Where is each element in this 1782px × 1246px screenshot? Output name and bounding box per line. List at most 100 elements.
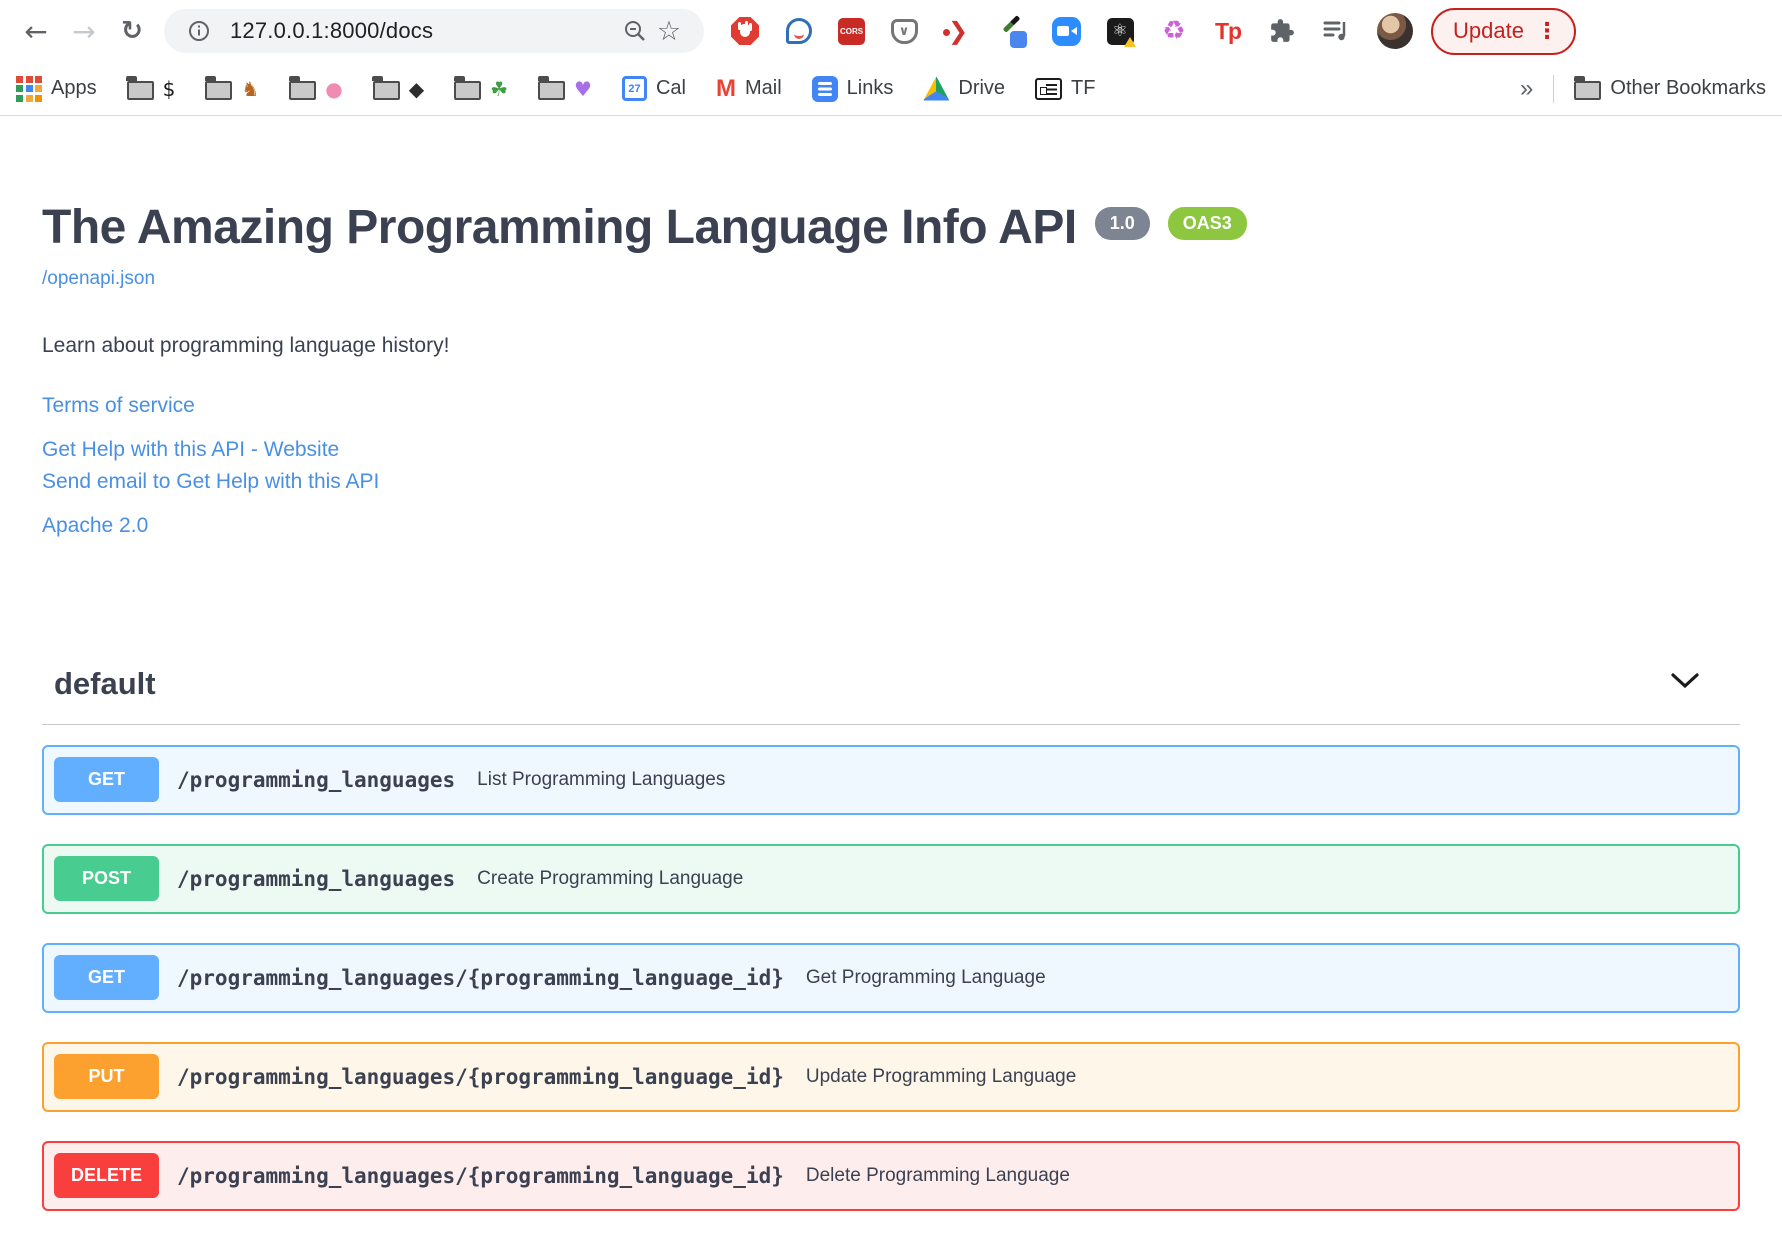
tf-favicon [1035, 77, 1063, 100]
contact-website-link[interactable]: Get Help with this API - Website [42, 434, 1740, 467]
bookmark-calendar[interactable]: 27 Cal [621, 76, 686, 101]
folder-icon [288, 76, 317, 100]
contact-email-link[interactable]: Send email to Get Help with this API [42, 466, 1740, 499]
folder-icon [453, 76, 482, 100]
folder-icon [204, 76, 233, 100]
red-arrow-extension-icon[interactable]: ❯ [943, 16, 973, 46]
folder-icon [1573, 76, 1602, 100]
bookmarks-divider [1553, 74, 1555, 103]
cors-extension-icon[interactable]: CORS [838, 17, 865, 45]
swagger-ui-page: The Amazing Programming Language Info AP… [0, 201, 1782, 1211]
zoom-video-icon[interactable] [1051, 16, 1081, 46]
google-calendar-icon: 27 [621, 76, 647, 101]
tampermonkey-icon[interactable]: Tp [1213, 16, 1243, 46]
method-badge: GET [54, 757, 159, 803]
recycle-extension-icon[interactable]: ♻ [1159, 16, 1189, 46]
bookmarks-overflow-chevron-icon[interactable]: » [1520, 75, 1533, 103]
terms-of-service-link[interactable]: Terms of service [42, 394, 195, 418]
page-title: The Amazing Programming Language Info AP… [42, 201, 1077, 254]
purple-heart-emoji-icon: ♥ [574, 76, 592, 101]
other-bookmarks[interactable]: Other Bookmarks [1573, 76, 1766, 100]
endpoint-summary: Create Programming Language [477, 867, 744, 889]
bookmark-star-icon[interactable]: ☆ [652, 16, 686, 47]
bookmark-folder-carousel-horse[interactable]: ♞ [204, 76, 260, 101]
folder-icon [537, 76, 566, 100]
version-badge: 1.0 [1094, 207, 1150, 240]
section-collapse-chevron-icon[interactable] [1670, 672, 1700, 695]
section-divider [42, 723, 1740, 725]
dollar-emoji-icon: $ [162, 76, 176, 101]
herb-emoji-icon: ☘ [490, 76, 509, 101]
gmail-icon: M [716, 74, 736, 102]
profile-avatar[interactable] [1377, 13, 1413, 49]
browser-menu-kebab-icon[interactable]: ⋮ [1536, 19, 1558, 44]
endpoint-list: GET /programming_languages List Programm… [42, 744, 1740, 1211]
url-text[interactable]: 127.0.0.1:8000/docs [230, 18, 618, 44]
bookmark-tf[interactable]: TF [1035, 77, 1095, 100]
forward-icon[interactable]: → [60, 15, 108, 48]
reload-icon[interactable]: ↻ [108, 16, 156, 46]
react-devtools-icon[interactable]: ⚛ [1105, 16, 1136, 47]
browser-toolbar: ← → ↻ 127.0.0.1:8000/docs ☆ CORS ∨ ❯ ⚛ ♻… [0, 0, 1782, 62]
folder-icon [372, 76, 400, 100]
bookmark-label: Cal [655, 77, 686, 99]
bookmark-folder-herb[interactable]: ☘ [453, 76, 509, 101]
endpoint-row[interactable]: DELETE /programming_languages/{programmi… [42, 1140, 1740, 1211]
bookmark-drive[interactable]: Drive [923, 76, 1006, 101]
endpoint-summary: Get Programming Language [805, 966, 1046, 988]
playlist-music-icon[interactable] [1321, 16, 1351, 46]
apps-shortcut[interactable]: Apps [16, 75, 97, 102]
carousel-horse-emoji-icon: ♞ [241, 76, 260, 101]
bookmark-label: Links [846, 77, 894, 99]
endpoint-row[interactable]: GET /programming_languages/{programming_… [42, 942, 1740, 1013]
adblock-stop-hand-icon[interactable] [730, 16, 760, 46]
back-icon[interactable]: ← [12, 15, 60, 48]
bookmark-gmail[interactable]: M Mail [716, 74, 782, 102]
tag-section-header[interactable]: default [42, 666, 1740, 702]
method-badge: GET [54, 955, 159, 1001]
endpoint-row[interactable]: PUT /programming_languages/{programming_… [42, 1041, 1740, 1112]
update-label: Update [1453, 18, 1524, 43]
puzzle-extensions-icon[interactable] [1267, 16, 1297, 46]
endpoint-row[interactable]: GET /programming_languages List Programm… [42, 744, 1740, 815]
bookmark-folder-purple-heart[interactable]: ♥ [537, 76, 592, 101]
folder-icon [126, 76, 154, 100]
method-badge: DELETE [54, 1153, 159, 1199]
apps-label: Apps [51, 77, 97, 99]
license-link[interactable]: Apache 2.0 [42, 514, 148, 538]
bookmarks-bar: Apps $ ♞ ● ◆ ☘ ♥ 27 Cal M Mail Links Dri… [0, 62, 1782, 116]
endpoint-summary: Update Programming Language [805, 1065, 1077, 1087]
endpoint-summary: List Programming Languages [477, 768, 726, 790]
method-badge: POST [54, 856, 159, 902]
openapi-spec-link[interactable]: /openapi.json [42, 268, 155, 290]
bookmark-links[interactable]: Links [811, 75, 894, 102]
eyedropper-icon[interactable] [997, 16, 1027, 48]
graduation-cap-emoji-icon: ◆ [408, 76, 425, 101]
update-button[interactable]: Update ⋮ [1431, 7, 1576, 55]
pocket-icon[interactable]: ∨ [889, 16, 919, 46]
bookmark-label: Mail [745, 77, 782, 99]
bookmark-folder-graduation-cap[interactable]: ◆ [372, 76, 425, 101]
other-bookmarks-label: Other Bookmarks [1610, 77, 1766, 99]
site-info-icon[interactable] [182, 19, 216, 43]
extensions-row: CORS ∨ ❯ ⚛ ♻ Tp [730, 16, 1351, 48]
endpoint-path: /programming_languages [177, 866, 456, 891]
google-drive-icon [923, 76, 950, 101]
apps-grid-icon [16, 75, 42, 102]
chat-bubble-icon[interactable] [784, 16, 814, 46]
oas3-badge: OAS3 [1167, 207, 1247, 240]
address-bar[interactable]: 127.0.0.1:8000/docs ☆ [164, 9, 704, 53]
zoom-out-icon[interactable] [618, 18, 652, 44]
endpoint-row[interactable]: POST /programming_languages Create Progr… [42, 843, 1740, 914]
api-description: Learn about programming language history… [42, 333, 450, 357]
method-badge: PUT [54, 1054, 159, 1100]
bookmark-label: TF [1071, 77, 1096, 99]
endpoint-path: /programming_languages/{programming_lang… [177, 965, 784, 990]
links-icon [811, 75, 838, 102]
tag-default-label: default [54, 665, 156, 701]
bookmark-label: Drive [958, 77, 1006, 99]
bookmark-folder-dollar[interactable]: $ [126, 76, 176, 101]
endpoint-path: /programming_languages/{programming_lang… [177, 1163, 784, 1188]
brain-emoji-icon: ● [325, 76, 343, 101]
bookmark-folder-brain[interactable]: ● [288, 76, 343, 101]
